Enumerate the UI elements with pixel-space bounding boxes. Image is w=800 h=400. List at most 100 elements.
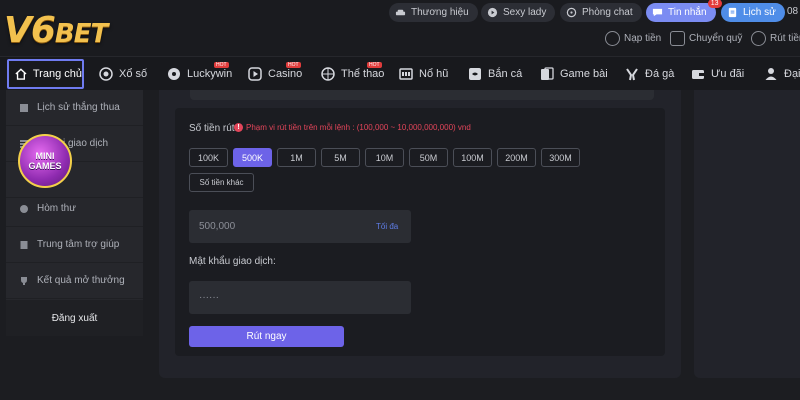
sidebar-item-label: Lịch sử thắng thua — [37, 102, 120, 113]
header: V6BET Thương hiệu Sexy lady Phòng chat T… — [0, 0, 800, 56]
nav-casino[interactable]: Casino HOT — [248, 57, 302, 91]
history-label: Lịch sử — [743, 7, 776, 18]
nav-fishing-label: Bắn cá — [488, 68, 523, 80]
clipped-text: 08 — [787, 6, 799, 17]
preset-50m[interactable]: 50M — [409, 148, 448, 167]
preset-200m[interactable]: 200M — [497, 148, 536, 167]
nav-luckywin[interactable]: Luckywin HOT — [167, 57, 232, 91]
preset-100m[interactable]: 100M — [453, 148, 492, 167]
nav-slots-label: Nổ hũ — [419, 68, 449, 80]
messages-button[interactable]: Tin nhắn 13 — [646, 0, 722, 22]
range-warning-text: Phạm vi rút tiền trên mỗi lệnh : (100,00… — [246, 123, 471, 132]
mail-icon — [20, 204, 28, 213]
preset-300m[interactable]: 300M — [541, 148, 580, 167]
trophy-icon — [21, 276, 27, 285]
wallet-icon — [670, 31, 685, 46]
sidebar-item-help-center[interactable]: Trung tâm trợ giúp — [6, 227, 143, 263]
nav-card-games[interactable]: Game bài — [540, 57, 608, 91]
amount-label: Số tiền rút — [189, 123, 235, 134]
sidebar-item-label: Hòm thư — [37, 203, 76, 214]
preset-10m[interactable]: 10M — [365, 148, 404, 167]
wallet-icon — [692, 70, 704, 79]
nav-promotions[interactable]: Ưu đãi — [691, 57, 744, 91]
amount-input-value: 500,000 — [199, 221, 236, 232]
minigames-line2: GAMES — [28, 161, 62, 171]
brand-link[interactable]: Thương hiệu — [389, 3, 478, 22]
nav-slots[interactable]: Nổ hũ — [399, 57, 448, 91]
hot-badge: HOT — [286, 62, 301, 68]
password-input-value: ······ — [199, 292, 219, 303]
nav-home[interactable]: Trang chủ — [7, 59, 84, 89]
sidebar-item-win-loss-history[interactable]: Lịch sử thắng thua — [6, 90, 143, 126]
lottery-ball-icon — [99, 67, 113, 81]
sidebar-item-label: Kết quả mở thưởng — [37, 275, 125, 286]
main-nav: Trang chủ Xổ số Luckywin HOT Casino HOT … — [0, 56, 800, 90]
sidebar-item-inbox[interactable]: Hòm thư — [6, 191, 143, 227]
nav-cockfight-label: Đá gà — [645, 68, 675, 80]
hot-badge: HOT — [367, 62, 382, 68]
history-button[interactable]: Lịch sử — [721, 3, 785, 22]
site-logo[interactable]: V6BET — [4, 10, 108, 51]
nav-cockfight[interactable]: Đá gà — [625, 57, 674, 91]
sexy-lady-label: Sexy lady — [503, 7, 547, 18]
person-icon — [765, 68, 777, 80]
nav-fishing[interactable]: Bắn cá — [468, 57, 522, 91]
message-icon — [652, 8, 663, 17]
warning-icon: ! — [234, 123, 243, 132]
right-panel — [694, 90, 800, 378]
other-amount-button[interactable]: Số tiền khác — [189, 173, 254, 192]
transaction-password-input[interactable]: ······ — [189, 281, 411, 314]
cards-icon — [541, 67, 554, 80]
play-square-icon — [248, 67, 262, 81]
preset-5m[interactable]: 5M — [321, 148, 360, 167]
minigames-line1: MINI — [35, 151, 55, 161]
withdraw-icon — [751, 31, 766, 46]
range-warning: ! Phạm vi rút tiền trên mỗi lệnh : (100,… — [234, 123, 471, 132]
list-icon — [20, 103, 28, 112]
logout-button[interactable]: Đăng xuất — [6, 300, 143, 336]
messages-label: Tin nhắn — [668, 7, 707, 18]
account-sidebar: Lịch sử thắng thua i giao dịch Hòm thư T… — [6, 90, 143, 336]
book-icon — [20, 240, 28, 249]
nav-agent[interactable]: Đại — [764, 57, 800, 91]
withdraw-now-button[interactable]: Rút ngay — [189, 326, 344, 347]
brand-link-label: Thương hiệu — [411, 7, 469, 18]
nav-home-label: Trang chủ — [32, 68, 82, 80]
withdraw-link[interactable]: Rút tiền — [751, 31, 800, 46]
sexy-lady-link[interactable]: Sexy lady — [481, 3, 556, 22]
preset-500k[interactable]: 500K — [233, 148, 272, 167]
nav-luckywin-label: Luckywin — [187, 68, 233, 80]
transfer-link[interactable]: Chuyển quỹ — [670, 31, 742, 46]
hot-badge: HOT — [214, 62, 229, 68]
nav-casino-label: Casino — [268, 68, 303, 80]
logo-main: V6 — [4, 10, 56, 51]
soccer-ball-icon — [168, 68, 180, 80]
chat-room-link[interactable]: Phòng chat — [560, 3, 642, 22]
document-icon — [728, 7, 737, 18]
password-label: Mật khẩu giao dịch: — [189, 256, 276, 267]
max-amount-link[interactable]: Tối đa — [376, 222, 398, 231]
slot-machine-icon — [399, 68, 413, 80]
deposit-link[interactable]: Nạp tiền — [605, 31, 661, 46]
chat-icon — [566, 7, 577, 18]
car-icon — [395, 9, 406, 16]
nav-agent-label: Đại — [784, 68, 800, 80]
nav-sports[interactable]: Thể thao HOT — [321, 57, 384, 91]
nav-promotions-label: Ưu đãi — [711, 68, 745, 80]
deposit-label: Nạp tiền — [624, 33, 662, 44]
nav-lottery-label: Xổ số — [119, 68, 148, 80]
transfer-label: Chuyển quỹ — [689, 33, 743, 44]
sidebar-item-draw-results[interactable]: Kết quả mở thưởng — [6, 263, 143, 299]
nav-lottery[interactable]: Xổ số — [99, 57, 147, 91]
chat-room-label: Phòng chat — [582, 7, 633, 18]
withdraw-label: Rút tiền — [770, 33, 800, 44]
minigames-badge[interactable]: MINI GAMES — [18, 134, 72, 188]
fish-icon — [469, 68, 481, 80]
logo-sub: BET — [54, 19, 108, 49]
messages-count-badge: 13 — [707, 0, 722, 8]
sports-ball-icon — [321, 67, 335, 81]
nav-sports-label: Thể thao — [341, 68, 385, 80]
preset-100k[interactable]: 100K — [189, 148, 228, 167]
preset-1m[interactable]: 1M — [277, 148, 316, 167]
play-circle-icon — [487, 7, 498, 18]
